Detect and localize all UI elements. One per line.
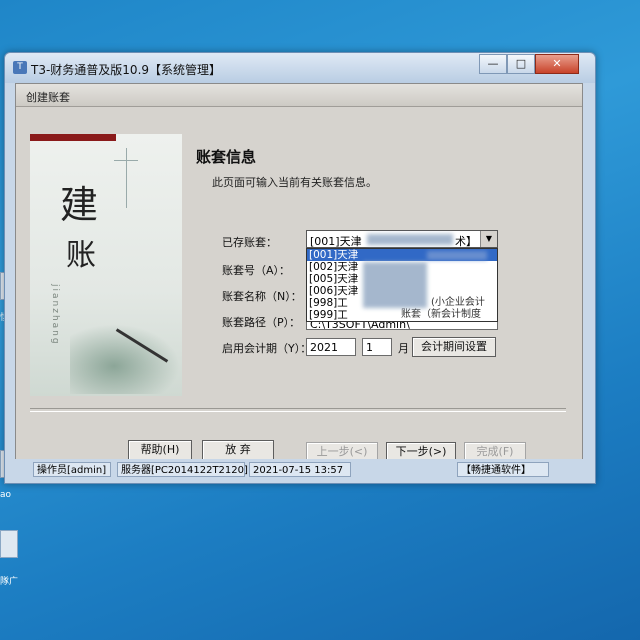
start-period-label: 启用会计期（Y）： — [222, 342, 312, 355]
month-unit-label: 月 — [398, 342, 409, 355]
window-title: T3-财务通普及版10.9【系统管理】 — [31, 63, 222, 77]
system-management-window: T T3-财务通普及版10.9【系统管理】 — □ ✕ 创建账套 建 账 jia… — [4, 52, 596, 484]
option-label: [002]天津 — [309, 261, 359, 273]
option-label: [001]天津 — [309, 249, 359, 261]
option-label: [006]天津 — [309, 285, 359, 297]
maximize-button[interactable]: □ — [507, 54, 535, 74]
side-accent-bar — [30, 134, 116, 141]
start-month-field[interactable]: 1 — [362, 338, 392, 356]
status-bar: 操作员[admin] 服务器[PC2014122T2120] 2021-07-1… — [5, 459, 595, 481]
option-suffix: 账套（新会计制度 — [401, 309, 481, 320]
redacted-text — [363, 262, 427, 308]
period-settings-button[interactable]: 会计期间设置 — [412, 337, 496, 357]
window-titlebar[interactable]: T T3-财务通普及版10.9【系统管理】 — □ ✕ — [5, 53, 595, 83]
option-label: [005]天津 — [309, 273, 359, 285]
dialog-titlebar[interactable]: 创建账套 — [16, 84, 582, 107]
start-year-value: 2021 — [310, 341, 338, 354]
side-char-zhang: 账 — [66, 238, 96, 273]
existing-accounts-label: 已存账套： — [222, 236, 277, 249]
section-heading: 账套信息 — [196, 148, 257, 166]
app-logo-icon: T — [13, 61, 27, 74]
side-line — [126, 148, 127, 208]
side-pinyin: jianzhang — [50, 284, 60, 346]
section-description: 此页面可输入当前有关账套信息。 — [212, 176, 377, 189]
dialog-divider — [30, 408, 566, 412]
side-char-jian: 建 — [60, 183, 99, 227]
start-month-value: 1 — [366, 341, 373, 354]
minimize-button[interactable]: — — [479, 54, 507, 74]
desktop-icon-3[interactable] — [0, 530, 18, 558]
account-path-label: 账套路径（P）： — [222, 316, 301, 329]
side-illustration: 建 账 jianzhang — [30, 134, 182, 396]
abort-button[interactable]: 放 弃 — [202, 440, 274, 460]
operator-status: 操作员[admin] — [33, 462, 111, 477]
server-status: 服务器[PC2014122T2120] — [117, 462, 248, 477]
existing-accounts-value: [001]天津 — [310, 235, 362, 248]
redacted-text — [367, 234, 453, 245]
desktop-icon-label: 隊广 — [0, 577, 19, 587]
dropdown-option[interactable]: [999]工 账套（新会计制度 — [307, 309, 497, 321]
existing-accounts-tail: 术】 — [455, 235, 477, 248]
close-button[interactable]: ✕ — [535, 54, 579, 74]
redacted-text — [427, 251, 487, 260]
create-account-dialog: 创建账套 建 账 jianzhang 账套信息 此页面可输入当前有关账套信息。 … — [15, 83, 583, 475]
start-year-field[interactable]: 2021 — [306, 338, 356, 356]
account-name-label: 账套名称（N）： — [222, 290, 302, 303]
option-label: [998]工 — [309, 297, 348, 309]
existing-accounts-combo[interactable]: [001]天津 术】 ▼ — [306, 230, 498, 248]
side-line — [114, 160, 138, 161]
desktop-icon-label: ao — [0, 490, 12, 500]
existing-accounts-dropdown: [001]天津 [002]天津 [005]天津 [006]天津 [998]工 (… — [306, 248, 498, 322]
account-number-label: 账套号（A）： — [222, 264, 291, 277]
help-button[interactable]: 帮助(H) — [128, 440, 192, 460]
option-suffix: (小企业会计 — [431, 297, 485, 308]
dialog-title: 创建账套 — [26, 91, 70, 104]
chevron-down-icon[interactable]: ▼ — [480, 231, 497, 247]
datetime-status: 2021-07-15 13:57 — [249, 462, 351, 477]
option-label: [999]工 — [309, 309, 348, 321]
brand-status: 【畅捷通软件】 — [457, 462, 549, 477]
